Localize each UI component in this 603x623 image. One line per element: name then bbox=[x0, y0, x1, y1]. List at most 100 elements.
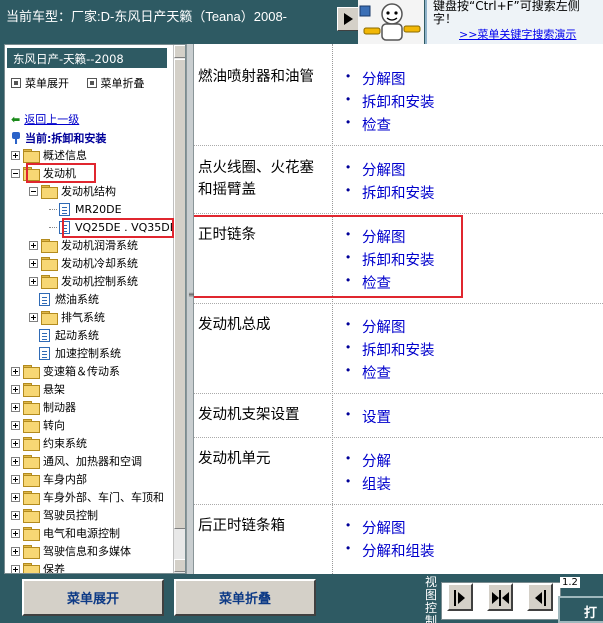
folder-icon bbox=[23, 365, 40, 379]
plus-icon[interactable] bbox=[29, 276, 38, 286]
minus-icon[interactable] bbox=[11, 168, 20, 178]
folder-icon bbox=[23, 491, 40, 505]
link-s7-disassembly-assembly[interactable]: 分解和组装 bbox=[346, 540, 434, 561]
tree-item-label: 保养 bbox=[43, 563, 65, 574]
plus-icon[interactable] bbox=[11, 474, 20, 484]
tree-item-brake[interactable]: 制动器 bbox=[11, 398, 76, 416]
tree-item-restraint[interactable]: 约束系统 bbox=[11, 434, 87, 452]
plus-icon[interactable] bbox=[29, 240, 38, 250]
tree-item-label: 发动机冷却系统 bbox=[61, 257, 138, 270]
scroll-down-button[interactable] bbox=[174, 559, 185, 572]
folder-icon bbox=[41, 239, 58, 253]
minus-icon[interactable] bbox=[29, 186, 38, 196]
folder-icon bbox=[23, 545, 40, 559]
current-location: 当前:拆卸和安装 bbox=[11, 130, 106, 146]
link-s5-setting[interactable]: 设置 bbox=[346, 406, 391, 427]
tree-item-label: 燃油系统 bbox=[55, 293, 99, 306]
tree-item-steering[interactable]: 转向 bbox=[11, 416, 65, 434]
scroll-up-button[interactable] bbox=[174, 45, 185, 58]
header-nav-button[interactable] bbox=[337, 7, 359, 31]
tree-expand-link[interactable]: 菜单展开 bbox=[25, 77, 69, 90]
highlight-box-timing-chain bbox=[194, 215, 463, 298]
tree-item-control[interactable]: 发动机控制系统 bbox=[29, 272, 138, 290]
plus-icon[interactable] bbox=[11, 420, 20, 430]
plus-icon[interactable] bbox=[29, 258, 38, 268]
section-title-engine-mount: 发动机支架设置 bbox=[198, 407, 300, 423]
tree-scrollbar[interactable] bbox=[173, 45, 185, 573]
tree-item-engine-structure[interactable]: 发动机结构 bbox=[29, 182, 116, 200]
triangle-left-icon bbox=[535, 592, 542, 604]
folder-icon bbox=[41, 275, 58, 289]
current-location-label: 当前:拆卸和安装 bbox=[25, 132, 107, 145]
tree-item-interior[interactable]: 车身内部 bbox=[11, 470, 87, 488]
plus-icon[interactable] bbox=[11, 528, 20, 538]
tree-item-overview[interactable]: 概述信息 bbox=[11, 146, 87, 164]
tree-heading: 东风日产-天籁--2008 bbox=[7, 48, 167, 68]
plus-icon[interactable] bbox=[29, 312, 38, 322]
tree-item-hvac[interactable]: 通风、加热器和空调 bbox=[11, 452, 142, 470]
plus-icon[interactable] bbox=[11, 384, 20, 394]
tree-item-label: 发动机控制系统 bbox=[61, 275, 138, 288]
print-button[interactable]: 打印 bbox=[558, 596, 603, 623]
tree-item-driver-control[interactable]: 驾驶员控制 bbox=[11, 506, 98, 524]
link-s4-removal-install[interactable]: 拆卸和安装 bbox=[346, 339, 434, 360]
link-s1-inspection[interactable]: 检查 bbox=[346, 114, 391, 135]
view-split-button[interactable] bbox=[487, 583, 513, 611]
plus-icon[interactable] bbox=[11, 402, 20, 412]
link-s4-exploded-view[interactable]: 分解图 bbox=[346, 316, 405, 337]
plus-icon[interactable] bbox=[11, 546, 20, 556]
tree-item-maintenance[interactable]: 保养 bbox=[11, 560, 65, 574]
tree-item-accel-control[interactable]: 加速控制系统 bbox=[39, 344, 121, 362]
link-s1-removal-install[interactable]: 拆卸和安装 bbox=[346, 91, 434, 112]
tree-item-lubrication[interactable]: 发动机润滑系统 bbox=[29, 236, 138, 254]
tree-item-label: 发动机润滑系统 bbox=[61, 239, 138, 252]
plus-icon[interactable] bbox=[11, 438, 20, 448]
scroll-thumb[interactable] bbox=[174, 59, 185, 529]
bottom-toolbar: 菜单展开 菜单折叠 视图控制 1.2 打印 bbox=[0, 574, 603, 623]
link-s6-assembly[interactable]: 组装 bbox=[346, 473, 391, 494]
tree-item-electrical[interactable]: 电气和电源控制 bbox=[11, 524, 120, 542]
link-s2-removal-install[interactable]: 拆卸和安装 bbox=[346, 182, 434, 203]
menu-expand-button[interactable]: 菜单展开 bbox=[22, 579, 164, 616]
folder-icon bbox=[41, 185, 58, 199]
tree-item-label: 发动机结构 bbox=[61, 185, 116, 198]
tree-collapse-link[interactable]: 菜单折叠 bbox=[101, 77, 145, 90]
folder-icon bbox=[23, 509, 40, 523]
tree-item-exhaust[interactable]: 排气系统 bbox=[29, 308, 105, 326]
tree-item-cooling[interactable]: 发动机冷却系统 bbox=[29, 254, 138, 272]
tree-item-fuel[interactable]: 燃油系统 bbox=[39, 290, 99, 308]
tree-item-info-multimedia[interactable]: 驾驶信息和多媒体 bbox=[11, 542, 131, 560]
panel-splitter[interactable]: ≡ bbox=[186, 44, 195, 574]
menu-collapse-button[interactable]: 菜单折叠 bbox=[174, 579, 316, 616]
plus-icon[interactable] bbox=[11, 564, 20, 573]
section-title-engine-assembly: 发动机总成 bbox=[198, 317, 271, 333]
vehicle-title: 当前车型：厂家:D-东风日产天籁（Teana）2008- bbox=[6, 9, 287, 24]
view-left-button[interactable] bbox=[527, 583, 553, 611]
tree-item-transmission[interactable]: 变速箱＆传动系 bbox=[11, 362, 120, 380]
link-s1-exploded-view[interactable]: 分解图 bbox=[346, 68, 405, 89]
search-demo-link[interactable]: >>菜单关键字搜索演示 bbox=[459, 26, 576, 42]
triangle-left-icon bbox=[502, 592, 509, 604]
back-up-link[interactable]: ⬅ 返回上一级 bbox=[11, 111, 79, 127]
link-s7-exploded-view[interactable]: 分解图 bbox=[346, 517, 405, 538]
plus-icon[interactable] bbox=[11, 150, 20, 160]
triangle-right-icon bbox=[458, 592, 465, 604]
tree-item-label: 排气系统 bbox=[61, 311, 105, 324]
plus-icon[interactable] bbox=[11, 456, 20, 466]
tree-item-exterior[interactable]: 车身外部、车门、车顶和 bbox=[11, 488, 164, 506]
link-s2-exploded-view[interactable]: 分解图 bbox=[346, 159, 405, 180]
view-right-button[interactable] bbox=[447, 583, 473, 611]
tree-item-starting[interactable]: 起动系统 bbox=[39, 326, 99, 344]
plus-icon[interactable] bbox=[11, 492, 20, 502]
tree-item-suspension[interactable]: 悬架 bbox=[11, 380, 65, 398]
menu-collapse-icon bbox=[86, 78, 97, 88]
folder-icon bbox=[23, 149, 40, 163]
link-s6-disassembly[interactable]: 分解 bbox=[346, 450, 391, 471]
link-s4-inspection[interactable]: 检查 bbox=[346, 362, 391, 383]
tree-item-label: 变速箱＆传动系 bbox=[43, 365, 120, 378]
plus-icon[interactable] bbox=[11, 366, 20, 376]
section-title-fuel-injector: 燃油喷射器和油管 bbox=[198, 69, 314, 85]
tree-item-mr20de[interactable]: MR20DE bbox=[49, 200, 122, 218]
tree-item-label: 车身外部、车门、车顶和 bbox=[43, 491, 164, 504]
plus-icon[interactable] bbox=[11, 510, 20, 520]
